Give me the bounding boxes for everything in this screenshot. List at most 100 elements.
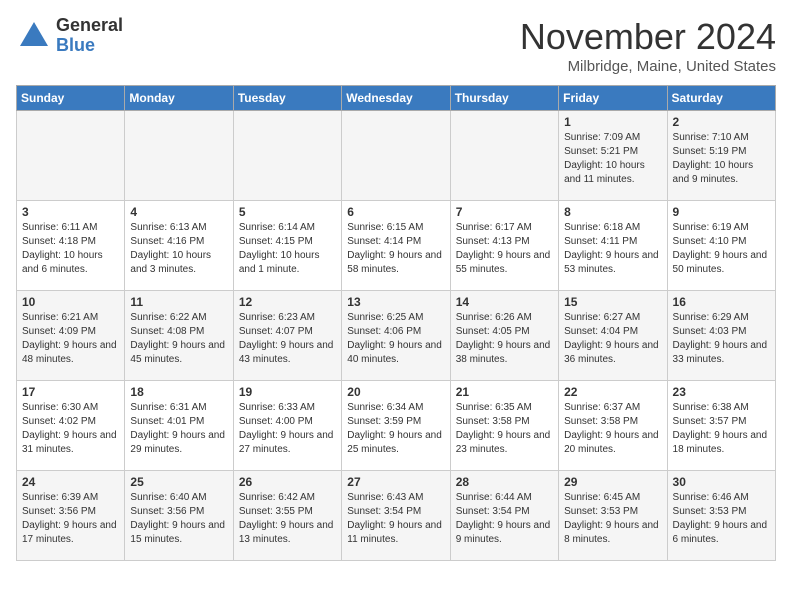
day-info: Sunrise: 6:13 AMSunset: 4:16 PMDaylight:… [130,221,227,277]
calendar-cell: 18 Sunrise: 6:31 AMSunset: 4:01 PMDayligh… [125,381,233,471]
day-info: Sunrise: 6:29 AMSunset: 4:03 PMDaylight:… [673,311,770,367]
day-info: Sunrise: 6:43 AMSunset: 3:54 PMDaylight:… [347,491,444,547]
day-number: 23 [673,385,770,399]
calendar-cell: 29Sunrise: 6:45 AMSunset: 3:53 PMDayligh… [559,471,667,561]
logo-blue-text: Blue [56,36,123,56]
calendar-cell: 3 Sunrise: 6:11 AMSunset: 4:18 PMDaylight… [17,201,125,291]
calendar-cell: 24 Sunrise: 6:39 AMSunset: 3:56 PMDayligh… [17,471,125,561]
day-number: 4 [130,205,227,219]
day-number: 13 [347,295,444,309]
title-block: November 2024 Milbridge, Maine, United S… [520,16,776,75]
page-header: General Blue November 2024 Milbridge, Ma… [16,16,776,75]
calendar-cell: 27 Sunrise: 6:43 AMSunset: 3:54 PMDayligh… [342,471,450,561]
day-info: Sunrise: 7:09 AMSunset: 5:21 PMDaylight:… [564,131,661,187]
day-number: 2 [673,115,770,129]
day-info: Sunrise: 6:15 AMSunset: 4:14 PMDaylight:… [347,221,444,277]
day-number: 18 [130,385,227,399]
day-info: Sunrise: 6:25 AMSunset: 4:06 PMDaylight:… [347,311,444,367]
calendar-cell: 6 Sunrise: 6:15 AMSunset: 4:14 PMDaylight… [342,201,450,291]
day-info: Sunrise: 6:34 AMSunset: 3:59 PMDaylight:… [347,401,444,457]
calendar-cell: 19 Sunrise: 6:33 AMSunset: 4:00 PMDayligh… [233,381,341,471]
calendar-cell [17,111,125,201]
calendar-cell [125,111,233,201]
day-number: 16 [673,295,770,309]
day-number: 21 [456,385,553,399]
day-info: Sunrise: 6:18 AMSunset: 4:11 PMDaylight:… [564,221,661,277]
day-number: 25 [130,475,227,489]
day-number: 24 [22,475,119,489]
weekday-header-sunday: Sunday [17,86,125,111]
day-number: 6 [347,205,444,219]
calendar-cell: 30 Sunrise: 6:46 AMSunset: 3:53 PMDayligh… [667,471,775,561]
calendar-cell: 14 Sunrise: 6:26 AMSunset: 4:05 PMDayligh… [450,291,558,381]
calendar-cell: 11Sunrise: 6:22 AMSunset: 4:08 PMDayligh… [125,291,233,381]
day-info: Sunrise: 6:38 AMSunset: 3:57 PMDaylight:… [673,401,770,457]
calendar-cell: 4 Sunrise: 6:13 AMSunset: 4:16 PMDaylight… [125,201,233,291]
calendar-cell: 16 Sunrise: 6:29 AMSunset: 4:03 PMDayligh… [667,291,775,381]
calendar-week-row: 24 Sunrise: 6:39 AMSunset: 3:56 PMDayligh… [17,471,776,561]
logo-icon [16,18,52,54]
calendar-cell: 28 Sunrise: 6:44 AMSunset: 3:54 PMDayligh… [450,471,558,561]
day-number: 12 [239,295,336,309]
day-info: Sunrise: 6:42 AMSunset: 3:55 PMDaylight:… [239,491,336,547]
day-info: Sunrise: 6:17 AMSunset: 4:13 PMDaylight:… [456,221,553,277]
day-number: 7 [456,205,553,219]
calendar-cell [450,111,558,201]
day-number: 17 [22,385,119,399]
day-number: 3 [22,205,119,219]
day-info: Sunrise: 6:27 AMSunset: 4:04 PMDaylight:… [564,311,661,367]
weekday-header-thursday: Thursday [450,86,558,111]
day-number: 14 [456,295,553,309]
day-info: Sunrise: 6:45 AMSunset: 3:53 PMDaylight:… [564,491,661,547]
calendar-cell: 7 Sunrise: 6:17 AMSunset: 4:13 PMDaylight… [450,201,558,291]
month-title: November 2024 [520,16,776,58]
day-info: Sunrise: 6:22 AMSunset: 4:08 PMDaylight:… [130,311,227,367]
day-number: 19 [239,385,336,399]
calendar-cell: 10 Sunrise: 6:21 AMSunset: 4:09 PMDayligh… [17,291,125,381]
day-info: Sunrise: 6:33 AMSunset: 4:00 PMDaylight:… [239,401,336,457]
weekday-header-friday: Friday [559,86,667,111]
calendar-cell: 5 Sunrise: 6:14 AMSunset: 4:15 PMDaylight… [233,201,341,291]
day-info: Sunrise: 6:31 AMSunset: 4:01 PMDaylight:… [130,401,227,457]
weekday-header-saturday: Saturday [667,86,775,111]
day-info: Sunrise: 6:26 AMSunset: 4:05 PMDaylight:… [456,311,553,367]
calendar-cell: 17Sunrise: 6:30 AMSunset: 4:02 PMDayligh… [17,381,125,471]
calendar-cell: 22Sunrise: 6:37 AMSunset: 3:58 PMDayligh… [559,381,667,471]
calendar-cell: 25Sunrise: 6:40 AMSunset: 3:56 PMDayligh… [125,471,233,561]
day-info: Sunrise: 6:19 AMSunset: 4:10 PMDaylight:… [673,221,770,277]
day-number: 8 [564,205,661,219]
day-number: 10 [22,295,119,309]
calendar-week-row: 3 Sunrise: 6:11 AMSunset: 4:18 PMDaylight… [17,201,776,291]
calendar-cell [233,111,341,201]
day-number: 5 [239,205,336,219]
day-info: Sunrise: 6:46 AMSunset: 3:53 PMDaylight:… [673,491,770,547]
logo-general-text: General [56,16,123,36]
day-number: 1 [564,115,661,129]
location-text: Milbridge, Maine, United States [520,58,776,75]
calendar-cell: 21 Sunrise: 6:35 AMSunset: 3:58 PMDayligh… [450,381,558,471]
day-number: 15 [564,295,661,309]
calendar-week-row: 10 Sunrise: 6:21 AMSunset: 4:09 PMDayligh… [17,291,776,381]
day-info: Sunrise: 6:21 AMSunset: 4:09 PMDaylight:… [22,311,119,367]
day-info: Sunrise: 7:10 AMSunset: 5:19 PMDaylight:… [673,131,770,187]
day-info: Sunrise: 6:39 AMSunset: 3:56 PMDaylight:… [22,491,119,547]
weekday-header-monday: Monday [125,86,233,111]
day-number: 27 [347,475,444,489]
calendar-cell: 8 Sunrise: 6:18 AMSunset: 4:11 PMDaylight… [559,201,667,291]
logo-text: General Blue [56,16,123,56]
day-info: Sunrise: 6:11 AMSunset: 4:18 PMDaylight:… [22,221,119,277]
weekday-header-tuesday: Tuesday [233,86,341,111]
day-info: Sunrise: 6:23 AMSunset: 4:07 PMDaylight:… [239,311,336,367]
day-number: 30 [673,475,770,489]
calendar-cell: 9 Sunrise: 6:19 AMSunset: 4:10 PMDaylight… [667,201,775,291]
calendar-cell: 26Sunrise: 6:42 AMSunset: 3:55 PMDayligh… [233,471,341,561]
day-number: 20 [347,385,444,399]
day-info: Sunrise: 6:14 AMSunset: 4:15 PMDaylight:… [239,221,336,277]
calendar-cell: 13 Sunrise: 6:25 AMSunset: 4:06 PMDayligh… [342,291,450,381]
day-info: Sunrise: 6:35 AMSunset: 3:58 PMDaylight:… [456,401,553,457]
calendar-cell: 15 Sunrise: 6:27 AMSunset: 4:04 PMDayligh… [559,291,667,381]
day-info: Sunrise: 6:44 AMSunset: 3:54 PMDaylight:… [456,491,553,547]
calendar-week-row: 1 Sunrise: 7:09 AMSunset: 5:21 PMDaylight… [17,111,776,201]
day-number: 28 [456,475,553,489]
day-number: 9 [673,205,770,219]
